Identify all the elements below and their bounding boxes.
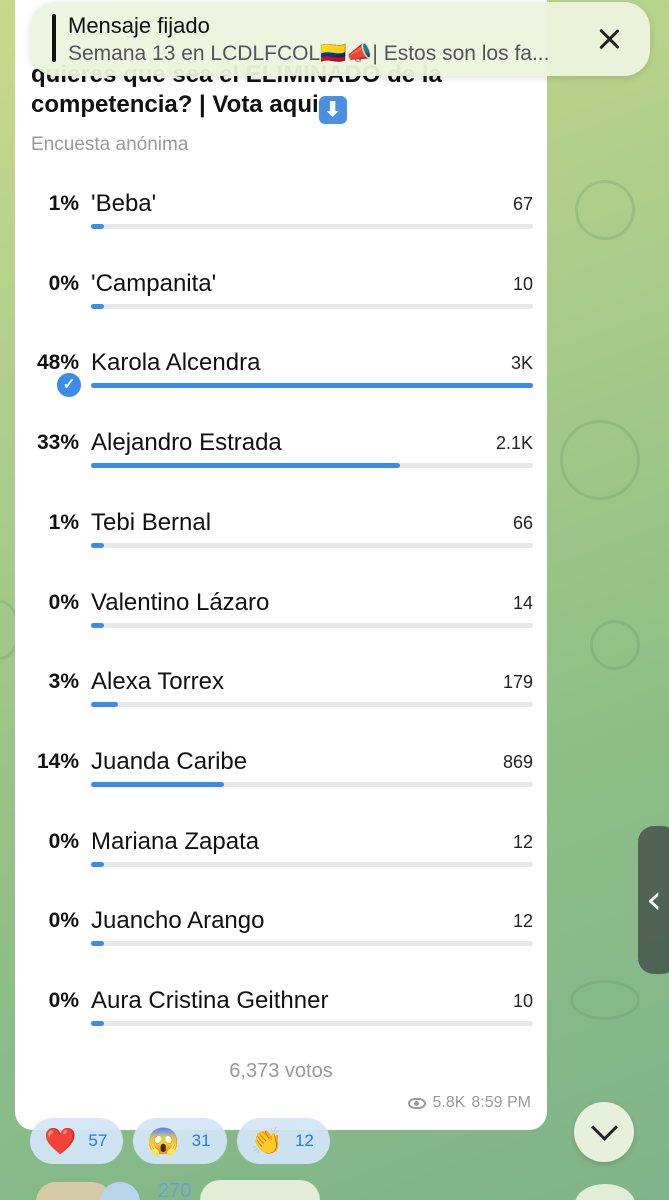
- avatar[interactable]: [100, 1182, 140, 1200]
- reaction-count: 12: [294, 1131, 314, 1150]
- option-name: Juancho Arango: [91, 907, 265, 935]
- option-progress-fill: [91, 383, 533, 389]
- option-progress-track: [91, 941, 533, 947]
- peek-pill: [200, 1180, 320, 1200]
- option-progress-fill: [91, 781, 224, 787]
- option-progress-track: [91, 861, 533, 867]
- option-name: 'Campanita': [91, 269, 217, 297]
- option-progress-fill: [91, 861, 105, 867]
- option-count: 12: [512, 831, 533, 852]
- option-progress-track: [91, 542, 533, 548]
- option-progress-fill: [91, 463, 401, 469]
- option-progress-fill: [91, 224, 105, 229]
- option-name: Alejandro Estrada: [91, 429, 282, 457]
- side-panel-handle[interactable]: ‹: [638, 826, 669, 974]
- reactions-bar: ❤️ 57 😱 31 👏 12: [30, 1118, 330, 1164]
- poll-subtitle: Encuesta anónima: [31, 134, 189, 155]
- clapping-hands-icon: 👏: [250, 1126, 283, 1156]
- chevron-left-icon: ‹: [646, 877, 662, 923]
- option-progress-fill: [91, 622, 105, 628]
- option-progress-track: [91, 622, 533, 628]
- option-percent: 1%: [48, 192, 79, 215]
- option-count: 179: [502, 672, 533, 693]
- eye-icon: [408, 1097, 427, 1109]
- pinned-title: Mensaje fijado: [68, 13, 210, 38]
- poll-option[interactable]: 1% 'Beba' 67: [15, 190, 547, 252]
- option-count: 10: [512, 273, 533, 294]
- option-progress-track: [91, 702, 533, 708]
- message-meta: 5.8K 8:59 PM: [408, 1094, 531, 1112]
- option-name: Karola Alcendra: [91, 349, 261, 377]
- option-percent: 0%: [48, 989, 79, 1012]
- option-progress-fill: [91, 542, 105, 548]
- option-count: 66: [512, 512, 533, 533]
- option-name: Mariana Zapata: [91, 827, 260, 855]
- poll-option[interactable]: 1% Tebi Bernal 66: [15, 508, 547, 571]
- poll-option[interactable]: 33% Alejandro Estrada 2.1K: [15, 429, 547, 491]
- option-count: 10: [512, 991, 533, 1011]
- option-percent: 1%: [48, 510, 79, 534]
- poll-question-text: competencia? | Vota aqui: [31, 91, 319, 118]
- screaming-face-icon: 😱: [147, 1126, 180, 1156]
- reaction-screaming-face[interactable]: 😱 31: [133, 1118, 227, 1164]
- peek-circle: [575, 1184, 635, 1200]
- option-percent: 33%: [36, 431, 79, 455]
- option-percent: 48%: [36, 351, 79, 375]
- option-name: 'Beba': [91, 190, 157, 217]
- down-arrow-icon: ⬇: [318, 96, 347, 124]
- option-name: Valentino Lázaro: [91, 588, 270, 616]
- option-percent: 0%: [48, 590, 79, 614]
- option-percent: 14%: [36, 749, 79, 773]
- option-name: Tebi Bernal: [91, 508, 212, 536]
- heart-icon: ❤️: [44, 1126, 77, 1156]
- reaction-count: 31: [191, 1131, 211, 1150]
- option-name: Aura Cristina Geithner: [91, 987, 329, 1014]
- option-name: Juanda Caribe: [91, 747, 248, 775]
- poll-option[interactable]: 14% Juanda Caribe 869: [15, 747, 547, 810]
- option-percent: 0%: [48, 271, 79, 295]
- peek-count: 270: [158, 1180, 192, 1200]
- scroll-to-bottom-button[interactable]: [574, 1102, 634, 1162]
- poll-message-bubble: quieres que sea el ELIMINADO de la compe…: [15, 0, 547, 1130]
- poll-vote-total[interactable]: 6,373 votos: [15, 1060, 547, 1083]
- option-progress-track: [91, 224, 533, 229]
- option-progress-track: [91, 781, 533, 787]
- poll-option[interactable]: 3% Alexa Torrex 179: [15, 668, 547, 730]
- option-count: 67: [512, 194, 533, 214]
- option-progress-track: [91, 303, 533, 309]
- close-icon[interactable]: [594, 24, 624, 54]
- option-progress-fill: [91, 702, 118, 708]
- next-message-peek: 270: [0, 1178, 669, 1200]
- poll-option[interactable]: 0% 'Campanita' 10: [15, 269, 547, 332]
- option-percent: 0%: [48, 829, 79, 853]
- pinned-text: Semana 13 en LCDLFCOL🇨🇴📣| Estos son los …: [68, 42, 550, 65]
- checkmark-icon: ✓: [57, 373, 81, 398]
- option-count: 2.1K: [495, 433, 533, 454]
- option-progress-fill: [91, 941, 105, 947]
- option-progress-track: [91, 1021, 533, 1026]
- option-progress-track: [91, 383, 533, 389]
- option-percent: 0%: [48, 909, 79, 933]
- pinned-message-banner[interactable]: Mensaje fijado Semana 13 en LCDLFCOL🇨🇴📣|…: [30, 2, 650, 76]
- option-name: Alexa Torrex: [91, 668, 224, 696]
- message-time: 8:59 PM: [471, 1094, 531, 1111]
- poll-option[interactable]: 0% Mariana Zapata 12: [15, 827, 547, 890]
- reaction-heart[interactable]: ❤️ 57: [30, 1118, 124, 1164]
- poll-option[interactable]: 0% Juancho Arango 12: [15, 907, 547, 969]
- option-count: 12: [512, 911, 533, 932]
- poll-option[interactable]: 0% Valentino Lázaro 14: [15, 588, 547, 651]
- option-count: 14: [512, 592, 533, 613]
- option-count: 869: [502, 751, 533, 772]
- option-progress-fill: [91, 303, 105, 309]
- reaction-clapping-hands[interactable]: 👏 12: [236, 1118, 330, 1164]
- option-progress-track: [91, 463, 533, 469]
- poll-option[interactable]: 0% Aura Cristina Geithner 10: [15, 987, 547, 1049]
- poll-option[interactable]: 48% Karola Alcendra 3K ✓: [15, 349, 547, 411]
- view-count: 5.8K: [432, 1094, 466, 1111]
- option-count: 3K: [510, 353, 533, 374]
- reaction-count: 57: [88, 1131, 108, 1150]
- option-percent: 3%: [48, 670, 79, 694]
- pinned-indicator: [52, 14, 56, 62]
- option-progress-fill: [91, 1021, 105, 1026]
